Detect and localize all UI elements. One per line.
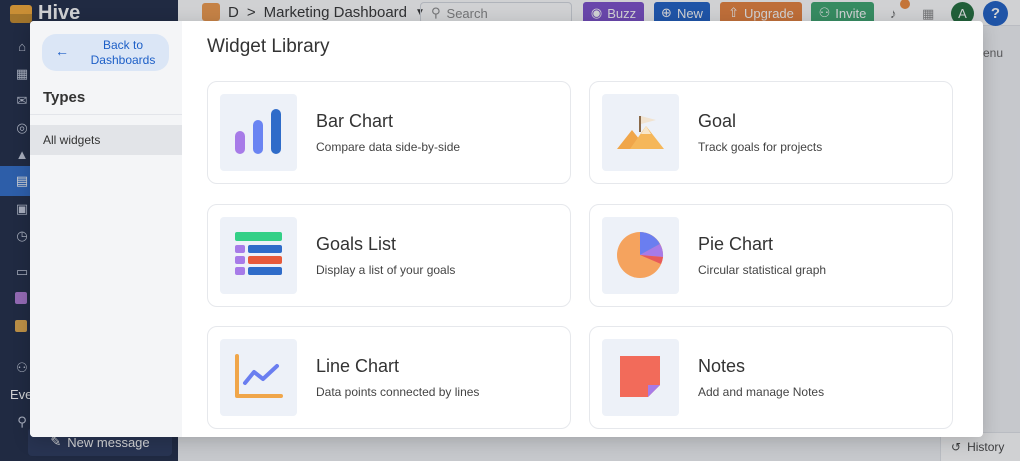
goals-list-icon bbox=[220, 217, 297, 294]
widget-card-bar-chart[interactable]: Bar Chart Compare data side-by-side bbox=[207, 81, 571, 184]
bar-chart-icon bbox=[220, 94, 297, 171]
widget-title: Line Chart bbox=[316, 356, 400, 376]
goal-mountain-icon bbox=[602, 94, 679, 171]
widget-description: Track goals for projects bbox=[698, 140, 823, 154]
types-heading: Types bbox=[43, 89, 86, 106]
widget-description: Display a list of your goals bbox=[316, 263, 456, 277]
type-all-widgets[interactable]: All widgets bbox=[30, 125, 182, 155]
widget-title: Bar Chart bbox=[316, 111, 394, 131]
modal-title: Widget Library bbox=[207, 36, 330, 57]
widget-card-notes[interactable]: Notes Add and manage Notes bbox=[589, 326, 953, 429]
widget-card-line-chart[interactable]: Line Chart Data points connected by line… bbox=[207, 326, 571, 429]
line-chart-icon bbox=[220, 339, 297, 416]
widget-title: Notes bbox=[698, 356, 746, 376]
back-label: Back to Dashboards bbox=[90, 38, 156, 67]
types-sidebar: ← Back to Dashboards Types All widgets bbox=[30, 21, 182, 437]
widget-card-goals-list[interactable]: Goals List Display a list of your goals bbox=[207, 204, 571, 307]
widget-title: Pie Chart bbox=[698, 234, 774, 254]
widget-title: Goal bbox=[698, 111, 737, 131]
widget-description: Circular statistical graph bbox=[698, 263, 827, 277]
widget-card-goal[interactable]: Goal Track goals for projects bbox=[589, 81, 953, 184]
widget-description: Add and manage Notes bbox=[698, 385, 825, 399]
widget-title: Goals List bbox=[316, 234, 397, 254]
widget-card-pie-chart[interactable]: Pie Chart Circular statistical graph bbox=[589, 204, 953, 307]
divider bbox=[30, 114, 182, 115]
back-to-dashboards-button[interactable]: ← Back to Dashboards bbox=[42, 34, 169, 71]
widget-description: Data points connected by lines bbox=[316, 385, 480, 399]
arrow-left-icon: ← bbox=[55, 43, 69, 59]
note-icon bbox=[602, 339, 679, 416]
widget-library-modal: ← Back to Dashboards Types All widgets W… bbox=[30, 21, 983, 437]
widget-description: Compare data side-by-side bbox=[316, 140, 461, 154]
pie-chart-icon bbox=[602, 217, 679, 294]
